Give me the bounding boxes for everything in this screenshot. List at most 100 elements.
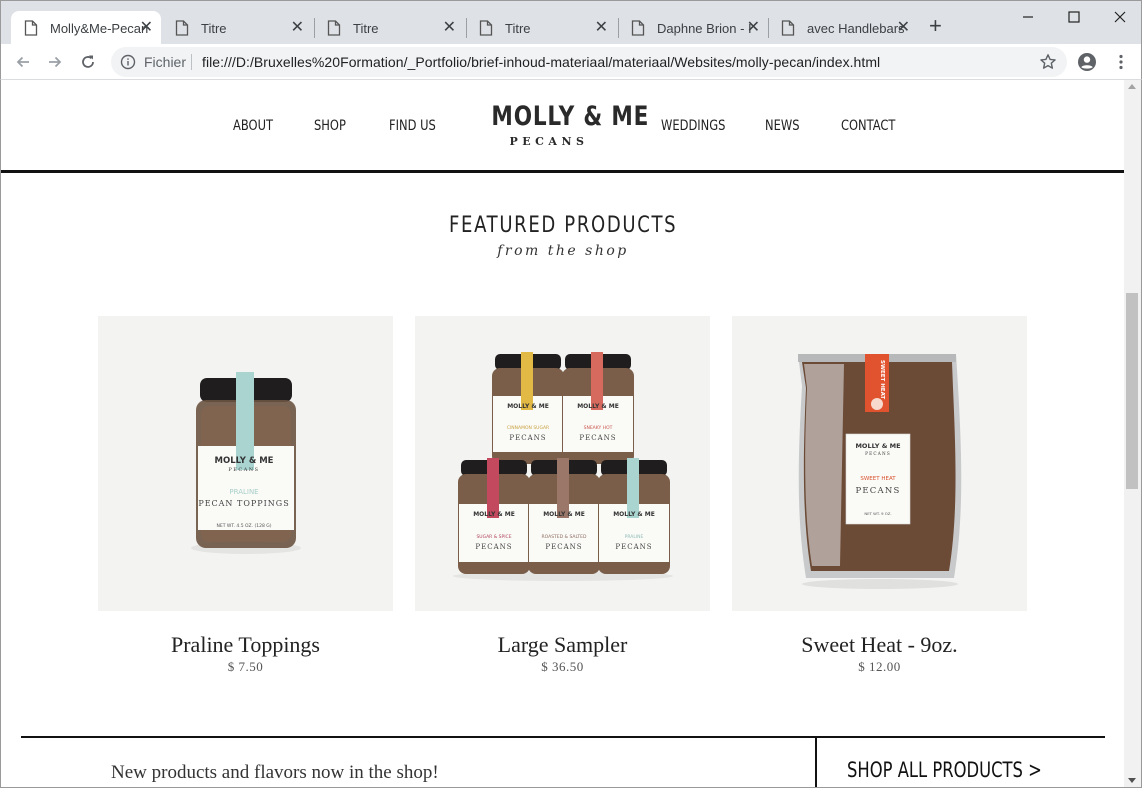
close-window-button[interactable]	[1097, 5, 1142, 29]
scroll-down-arrow-icon[interactable]	[1128, 778, 1136, 783]
jar-label-product: PECANS	[545, 543, 582, 551]
sampler-jars-illustration: MOLLY & ME CINNAMON SUGAR PECANS MOLLY &…	[453, 352, 673, 581]
address-bar[interactable]: Fichier file:///D:/Bruxelles%20Formation…	[111, 47, 1067, 77]
shop-all-products-link[interactable]: SHOP ALL PRODUCTS >	[847, 758, 1042, 782]
info-icon[interactable]	[120, 54, 136, 70]
pecan-bag-illustration: SWEET HEAT MOLLY & ME PECANS SWEET HEAT …	[798, 354, 962, 589]
page-viewport: ABOUT SHOP FIND US MOLLY & ME PECANS WED…	[0, 80, 1142, 788]
nav-find-us[interactable]: FIND US	[389, 118, 436, 134]
scrollbar-thumb[interactable]	[1126, 293, 1138, 489]
close-tab-icon[interactable]: ✕	[897, 20, 910, 36]
tab-title: Titre	[505, 20, 531, 36]
profile-button[interactable]	[1077, 52, 1097, 72]
document-icon	[327, 20, 341, 36]
nav-shop[interactable]: SHOP	[314, 118, 346, 134]
jar-label-weight: NET WT. 4.5 OZ. (128 G)	[216, 523, 271, 529]
reload-button[interactable]	[78, 52, 98, 72]
document-icon	[479, 20, 493, 36]
document-icon	[24, 20, 38, 36]
page-scrollbar[interactable]	[1124, 80, 1141, 787]
pecan-jar-illustration: MOLLY & ME PECANS PRALINE PECAN TOPPINGS…	[191, 372, 301, 554]
sampler-jar: MOLLY & ME PRALINE PECANS	[598, 458, 670, 574]
product-image[interactable]: MOLLY & ME CINNAMON SUGAR PECANS MOLLY &…	[415, 316, 710, 611]
new-tab-button[interactable]: +	[929, 14, 942, 38]
scroll-up-arrow-icon[interactable]	[1128, 84, 1136, 89]
product-name[interactable]: Sweet Heat - 9oz.	[732, 631, 1027, 659]
product-card[interactable]: MOLLY & ME PECANS PRALINE PECAN TOPPINGS…	[98, 316, 393, 675]
jar-label-product: PECANS	[509, 434, 546, 442]
product-name[interactable]: Large Sampler	[415, 631, 710, 659]
product-image[interactable]: MOLLY & ME PECANS PRALINE PECAN TOPPINGS…	[98, 316, 393, 611]
browser-tab[interactable]: Titre ✕	[162, 11, 312, 45]
product-image[interactable]: SWEET HEAT MOLLY & ME PECANS SWEET HEAT …	[732, 316, 1027, 611]
browser-toolbar: Fichier file:///D:/Bruxelles%20Formation…	[0, 44, 1142, 80]
jar-label-brand: MOLLY & ME	[577, 403, 619, 410]
browser-tab-strip: Molly&Me-Pecan ✕ Titre ✕ Titre ✕ Titre ✕…	[0, 0, 1142, 45]
jar-label-flavor: PRALINE	[229, 488, 258, 496]
nav-weddings[interactable]: WEDDINGS	[661, 118, 725, 134]
banner-divider	[815, 738, 817, 787]
tab-title: Titre	[201, 20, 227, 36]
arrow-right-icon	[49, 56, 62, 68]
jar-label-product: PECANS	[615, 543, 652, 551]
banner-text: New products and flavors now in the shop…	[111, 762, 439, 783]
minimize-button[interactable]	[1005, 5, 1051, 29]
menu-button[interactable]	[1111, 52, 1131, 72]
jar-label-product: PECAN TOPPINGS	[198, 499, 289, 508]
tab-title: avec Handlebars	[807, 20, 905, 36]
jar-label-brand: MOLLY & ME	[543, 511, 585, 518]
url-text[interactable]: file:///D:/Bruxelles%20Formation/_Portfo…	[202, 54, 880, 70]
logo-subtitle: PECANS	[509, 135, 589, 148]
maximize-icon	[1068, 11, 1080, 23]
jar-label-flavor: CINNAMON SUGAR	[507, 425, 549, 431]
close-icon	[1114, 11, 1126, 23]
bookmark-star-icon[interactable]	[1039, 53, 1057, 71]
close-tab-icon[interactable]: ✕	[443, 20, 456, 36]
featured-title-text: FEATURED PRODUCTS	[448, 213, 678, 238]
close-tab-icon[interactable]: ✕	[747, 20, 760, 36]
nav-contact[interactable]: CONTACT	[841, 118, 895, 134]
product-card[interactable]: MOLLY & ME CINNAMON SUGAR PECANS MOLLY &…	[415, 316, 710, 675]
sampler-jar: MOLLY & ME CINNAMON SUGAR PECANS	[492, 352, 564, 464]
reload-icon	[82, 55, 94, 68]
back-button[interactable]	[13, 52, 33, 72]
bag-label-product: PECANS	[855, 486, 900, 496]
jar-label-brand-sub: PECANS	[228, 467, 259, 473]
tab-title: Daphne Brion - I	[657, 20, 752, 36]
site-logo[interactable]: MOLLY & ME PECANS	[477, 101, 650, 152]
close-tab-icon[interactable]: ✕	[595, 20, 608, 36]
jar-label-brand: MOLLY & ME	[507, 403, 549, 410]
scheme-label: Fichier	[144, 54, 187, 70]
product-price: $ 36.50	[541, 659, 584, 674]
browser-tab[interactable]: Titre ✕	[466, 11, 616, 45]
close-tab-icon[interactable]: ✕	[140, 20, 153, 36]
sampler-jar: MOLLY & ME SUGAR & SPICE PECANS	[458, 458, 530, 574]
product-name[interactable]: Praline Toppings	[98, 631, 393, 659]
jar-label-flavor: SUGAR & SPICE	[476, 534, 511, 540]
jar-label-product: PECANS	[579, 434, 616, 442]
kebab-menu-icon	[1119, 54, 1123, 70]
tab-title: Titre	[353, 20, 379, 36]
maximize-button[interactable]	[1051, 5, 1097, 29]
browser-tab-active[interactable]: Molly&Me-Pecan ✕	[11, 11, 161, 45]
browser-tab[interactable]: Daphne Brion - I ✕	[618, 11, 768, 45]
jar-label-flavor: PRALINE	[625, 534, 644, 540]
browser-tab[interactable]: Titre ✕	[314, 11, 464, 45]
minimize-icon	[1023, 16, 1033, 18]
sampler-jar: MOLLY & ME ROASTED & SALTED PECANS	[528, 458, 600, 574]
product-card[interactable]: SWEET HEAT MOLLY & ME PECANS SWEET HEAT …	[732, 316, 1027, 675]
featured-title: FEATURED PRODUCTS	[1, 213, 1125, 239]
nav-about[interactable]: ABOUT	[233, 118, 273, 134]
sampler-jar: MOLLY & ME SNEAKY HOT PECANS	[562, 352, 634, 464]
forward-button[interactable]	[45, 52, 65, 72]
nav-news[interactable]: NEWS	[765, 118, 799, 134]
logo-wordmark: MOLLY & ME	[491, 101, 650, 132]
browser-tab[interactable]: avec Handlebars ✕	[768, 11, 918, 45]
bag-label-brand: MOLLY & ME	[855, 442, 900, 450]
account-icon	[1078, 53, 1096, 71]
bag-side-label: SWEET HEAT	[879, 360, 885, 399]
product-price: $ 12.00	[858, 659, 901, 674]
close-tab-icon[interactable]: ✕	[291, 20, 304, 36]
shop-banner: New products and flavors now in the shop…	[21, 736, 1105, 787]
jar-label-brand: MOLLY & ME	[613, 511, 655, 518]
